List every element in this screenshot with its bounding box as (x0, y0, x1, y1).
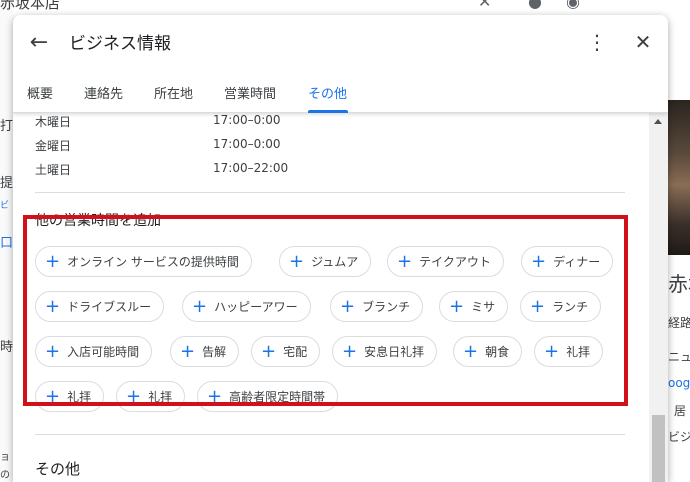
tab-location[interactable]: 所在地 (154, 83, 193, 102)
bg-text: の (0, 470, 10, 481)
bg-text: oogl (668, 376, 690, 390)
hours-day: 木曜日 (35, 115, 72, 129)
back-arrow-icon[interactable]: ← (25, 28, 53, 56)
hours-time: 17:00–0:00 (213, 137, 281, 151)
hours-time: 17:00–22:00 (213, 161, 289, 175)
background-left-panel: 打 提 ビ 口 時 ョ の (0, 0, 14, 482)
background-right-panel: 赤坂 経路 ニュー oogl 居 ビジ (668, 0, 690, 482)
bg-text: 赤坂 (668, 272, 690, 296)
bg-text: ビ (0, 201, 10, 211)
close-icon[interactable]: ✕ (629, 28, 657, 56)
bg-text: ョ (0, 452, 10, 463)
camera-icon: ◉ (566, 0, 580, 11)
dialog-header: ← ビジネス情報 ⋮ ✕ 概要 連絡先 所在地 営業時間 その他 (13, 15, 668, 113)
scroll-up-icon[interactable] (654, 119, 662, 124)
tab-hours[interactable]: 営業時間 (224, 83, 276, 102)
bg-text: ビジ (668, 430, 690, 444)
bg-text: 時 (0, 340, 14, 355)
divider (35, 192, 625, 193)
tab-overview[interactable]: 概要 (27, 83, 53, 102)
bg-text: 打 (0, 119, 14, 134)
bg-text: 居 (674, 404, 687, 418)
tab-other[interactable]: その他 (308, 83, 347, 102)
hours-time: 17:00–0:00 (213, 113, 281, 127)
tab-contact[interactable]: 連絡先 (84, 83, 123, 102)
scrollbar[interactable] (649, 113, 668, 482)
active-tab-indicator (308, 110, 348, 113)
other-section-title: その他 (35, 460, 81, 478)
bg-text: 提 (0, 176, 14, 191)
tab-bar: 概要 連絡先 所在地 営業時間 その他 (13, 77, 668, 113)
bg-text: 経路 (668, 316, 690, 330)
mic-icon: ● (528, 0, 542, 11)
bg-text: 口 (0, 236, 14, 251)
bg-close-icon: ✕ (478, 0, 492, 11)
scroll-thumb[interactable] (652, 415, 665, 482)
business-info-dialog: ← ビジネス情報 ⋮ ✕ 概要 連絡先 所在地 営業時間 その他 木曜日 17:… (13, 15, 668, 482)
dialog-title: ビジネス情報 (69, 34, 171, 54)
divider (35, 434, 625, 435)
dialog-content: 木曜日 17:00–0:00 金曜日 17:00–0:00 土曜日 17:00–… (13, 113, 668, 482)
more-vert-icon[interactable]: ⋮ (585, 28, 609, 56)
hours-day: 土曜日 (35, 163, 72, 177)
hours-day: 金曜日 (35, 139, 72, 153)
place-photo (668, 100, 690, 255)
bg-text: ニュー (668, 350, 690, 364)
highlight-box (23, 215, 628, 406)
background-search-text: 赤坂本店 (0, 0, 61, 12)
